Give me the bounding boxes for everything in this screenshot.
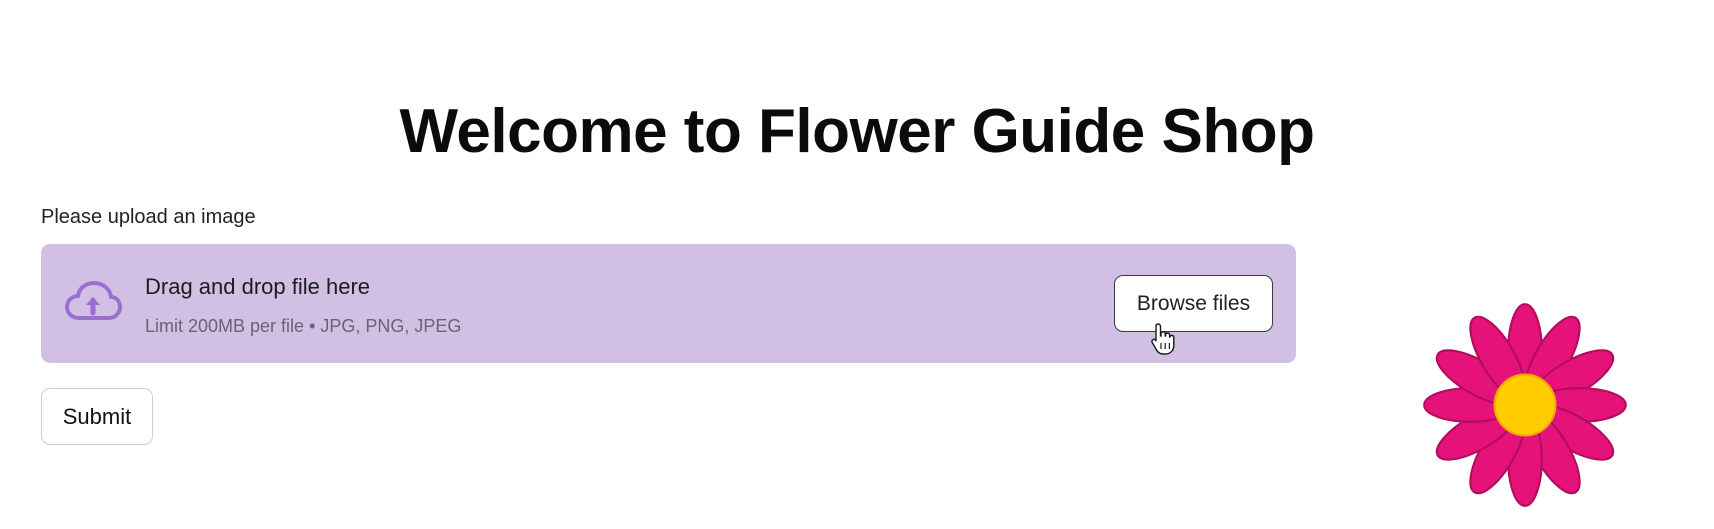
submit-button[interactable]: Submit [41,388,153,445]
file-dropzone[interactable]: Drag and drop file here Limit 200MB per … [41,244,1296,363]
page: Welcome to Flower Guide Shop Please uplo… [0,0,1714,529]
dropzone-title: Drag and drop file here [145,274,371,299]
flower-icon [1423,303,1627,507]
upload-label: Please upload an image [41,206,256,228]
dropzone-limit-text: Limit 200MB per file • JPG, PNG, JPEG [145,316,462,336]
page-title: Welcome to Flower Guide Shop [399,97,1315,166]
browse-files-button[interactable]: Browse files [1114,275,1273,332]
hand-pointer-cursor-icon [1151,323,1175,355]
cloud-upload-icon [65,281,122,320]
